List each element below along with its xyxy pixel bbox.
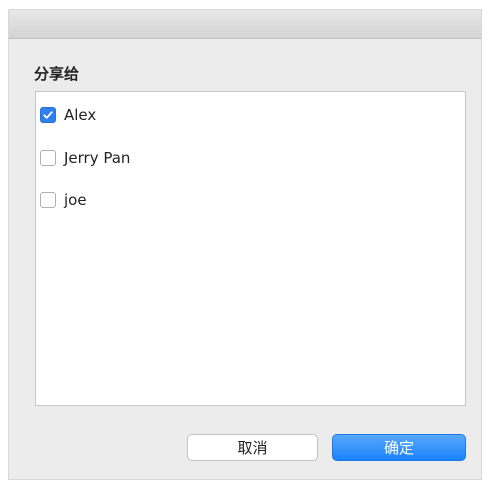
- user-item-jerry-pan[interactable]: Jerry Pan: [40, 147, 130, 169]
- confirm-button[interactable]: 确定: [332, 434, 466, 461]
- user-item-joe[interactable]: joe: [40, 189, 87, 211]
- user-name-label: Jerry Pan: [64, 149, 131, 167]
- dialog-titlebar[interactable]: [9, 10, 481, 39]
- user-list[interactable]: Alex Jerry Pan joe: [35, 91, 466, 406]
- checkbox-jerry-pan[interactable]: [40, 150, 56, 166]
- share-to-label: 分享给: [34, 65, 80, 83]
- cancel-button[interactable]: 取消: [187, 434, 318, 461]
- share-dialog: 分享给 Alex Jerry Pan joe 取消 确定: [8, 9, 482, 480]
- checkbox-joe[interactable]: [40, 192, 56, 208]
- checkbox-alex[interactable]: [40, 107, 56, 123]
- user-name-label: joe: [64, 191, 87, 209]
- checkmark-icon: [43, 111, 53, 119]
- user-item-alex[interactable]: Alex: [40, 104, 96, 126]
- user-name-label: Alex: [64, 106, 97, 124]
